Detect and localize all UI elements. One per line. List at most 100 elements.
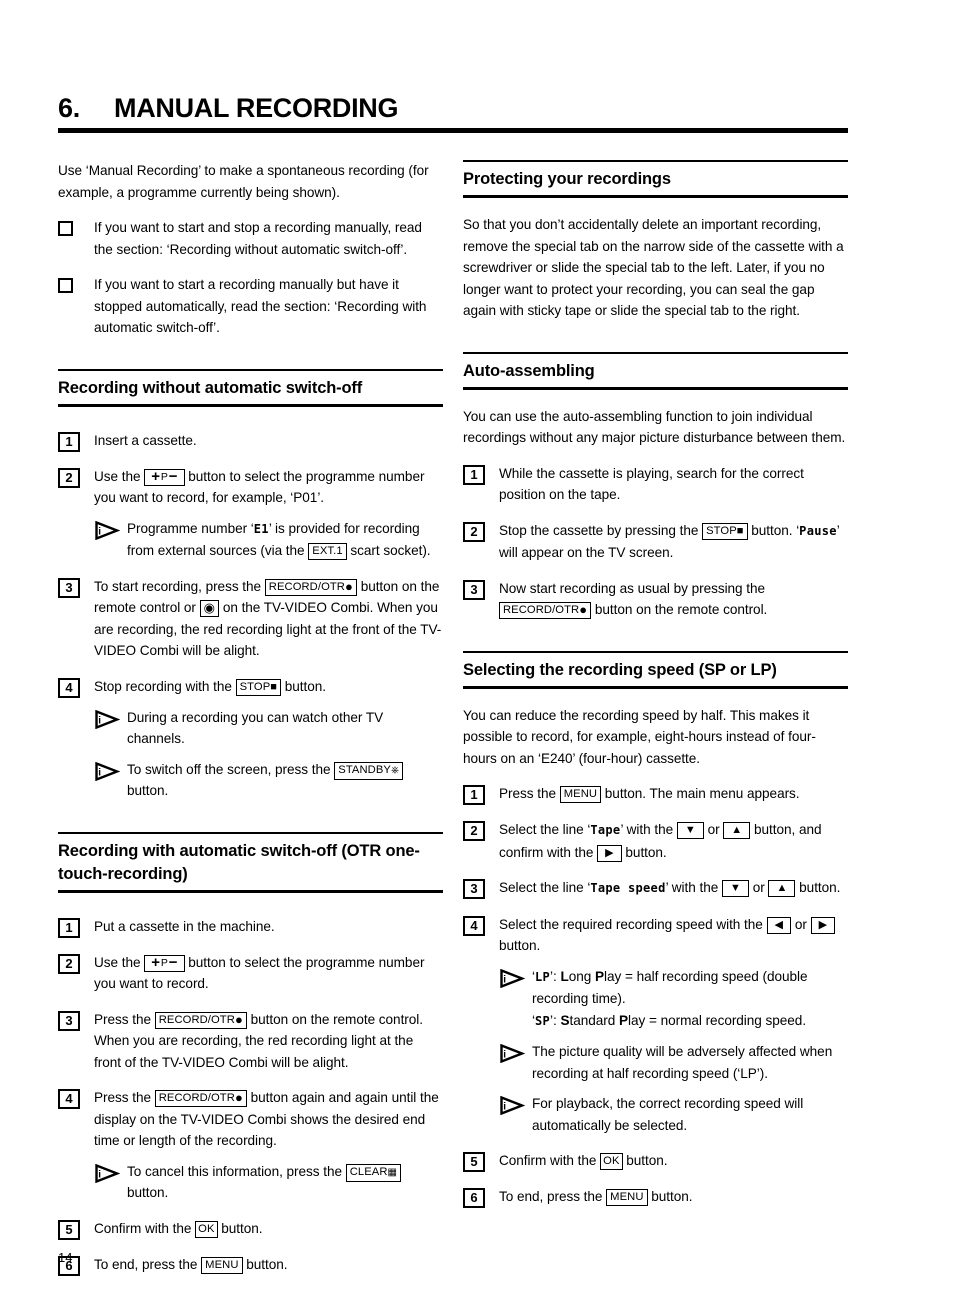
tip-text-part: scart socket). xyxy=(350,543,431,558)
tip-text-part: button. xyxy=(127,1185,169,1200)
step-number: 5 xyxy=(58,1218,94,1240)
key-ok[interactable]: OK xyxy=(600,1153,623,1170)
key-menu[interactable]: MENU xyxy=(606,1189,648,1206)
step-number: 3 xyxy=(463,578,499,621)
tip-text-part: Programme number ‘ xyxy=(127,520,254,536)
step-number: 3 xyxy=(58,1009,94,1074)
step-text-part: Press the xyxy=(499,786,556,801)
onscreen-word: LP xyxy=(534,969,551,984)
tip-triangle-icon: i xyxy=(499,1093,532,1136)
tip-item: i Programme number ‘E1’ is provided for … xyxy=(94,518,443,562)
step-number: 1 xyxy=(58,430,94,452)
key-menu[interactable]: MENU xyxy=(201,1256,243,1274)
key-arrow-down[interactable]: ▼ xyxy=(721,880,749,897)
tip-triangle-icon: i xyxy=(94,707,127,750)
step-text: Select the required recording speed with… xyxy=(499,914,848,957)
section-recording-speed: Selecting the recording speed (SP or LP) xyxy=(463,650,848,689)
step-text-part: Confirm with the xyxy=(499,1153,597,1168)
key-arrow-up[interactable]: ▲ xyxy=(768,880,796,897)
section-heading: Recording with automatic switch-off (OTR… xyxy=(58,841,420,883)
step-text: Press the RECORD/OTR● button on the remo… xyxy=(94,1009,443,1074)
key-stop[interactable]: STOP■ xyxy=(702,522,748,540)
step-text: Put a cassette in the machine. xyxy=(94,918,275,934)
step-text-part: button. xyxy=(799,880,841,895)
chapter-number: 6. xyxy=(58,93,80,123)
key-arrow-right[interactable]: ▶ xyxy=(597,844,622,862)
key-ext1[interactable]: EXT.1 xyxy=(308,543,347,560)
tip-text-part: S xyxy=(560,1012,570,1028)
svg-text:i: i xyxy=(503,1101,506,1112)
step-text: To end, press the MENU button. xyxy=(94,1254,443,1276)
section-rule-top xyxy=(463,351,848,354)
step-text: Select the line ‘Tape speed’ with the ▼ … xyxy=(499,877,848,900)
step-text-part: button. xyxy=(246,1256,288,1272)
key-standby[interactable]: STANDBY⎈ xyxy=(334,761,404,780)
section-heading: Auto-assembling xyxy=(463,361,595,380)
step-item: 2 Use the + P − button to select the pro… xyxy=(58,466,443,509)
key-programme-plus-minus[interactable]: + P − xyxy=(144,954,185,972)
left-column: Use ‘Manual Recording’ to make a spontan… xyxy=(58,160,443,1276)
step-number: 1 xyxy=(463,783,499,805)
section-recording-with-switch-off: Recording with automatic switch-off (OTR… xyxy=(58,831,443,893)
tip-triangle-icon: i xyxy=(94,518,127,562)
key-stop[interactable]: STOP■ xyxy=(235,678,282,696)
tip-text-part: To cancel this information, press the xyxy=(127,1163,342,1179)
section-body: So that you don’t accidentally delete an… xyxy=(463,217,844,318)
step-text-part: Now start recording as usual by pressing… xyxy=(499,580,766,596)
step-item: 3 Select the line ‘Tape speed’ with the … xyxy=(463,877,848,900)
tip-text-part: L xyxy=(560,968,569,984)
section-rule-top xyxy=(58,831,443,834)
key-clear[interactable]: CLEAR▦ xyxy=(345,1163,402,1182)
step-item: 1 Press the MENU button. The main menu a… xyxy=(463,783,848,805)
tip-text: Programme number ‘E1’ is provided for re… xyxy=(127,518,443,562)
step-number: 2 xyxy=(463,520,499,564)
step-item: 3 To start recording, press the RECORD/O… xyxy=(58,576,443,662)
step-text-part: button. The main menu appears. xyxy=(604,786,800,801)
key-ok[interactable]: OK xyxy=(195,1220,218,1238)
section-rule-top xyxy=(463,650,848,653)
chapter-heading: 6. MANUAL RECORDING xyxy=(58,92,848,133)
section-rule-top xyxy=(463,160,848,162)
step-number: 5 xyxy=(463,1150,499,1172)
step-text-part: or xyxy=(752,880,765,895)
key-record-dot[interactable]: ◉ xyxy=(199,600,220,617)
step-text-part: Press the xyxy=(94,1090,151,1105)
step-text-part: To end, press the xyxy=(94,1256,198,1272)
step-text: Select the line ‘Tape’ with the ▼ or ▲ b… xyxy=(499,819,848,863)
section-body: You can reduce the recording speed by ha… xyxy=(463,707,816,766)
key-record-otr[interactable]: RECORD/OTR● xyxy=(499,602,592,619)
step-item: 6 To end, press the MENU button. xyxy=(463,1186,848,1208)
key-record-otr[interactable]: RECORD/OTR● xyxy=(154,1090,247,1107)
key-arrow-right[interactable]: ▶ xyxy=(810,916,836,934)
step-item: 1 Insert a cassette. xyxy=(58,430,443,452)
checkbox-square-icon xyxy=(58,274,94,339)
section-heading: Selecting the recording speed (SP or LP) xyxy=(463,660,777,679)
tip-text-part: ’: xyxy=(550,1012,561,1028)
step-number: 2 xyxy=(463,819,499,863)
step-number: 4 xyxy=(58,1087,94,1152)
key-programme-plus-minus[interactable]: + P − xyxy=(144,468,185,486)
step-number: 3 xyxy=(58,576,94,662)
tip-text: To switch off the screen, press the STAN… xyxy=(127,759,443,802)
step-number: 3 xyxy=(463,877,499,900)
key-menu[interactable]: MENU xyxy=(559,786,602,803)
step-text-part: Use the xyxy=(94,468,141,484)
page-number: 14 xyxy=(58,1250,73,1265)
step-text-part: or xyxy=(707,822,720,837)
svg-text:i: i xyxy=(98,767,101,778)
onscreen-word: Tape xyxy=(590,823,621,837)
step-text-part: button on the remote control. xyxy=(594,602,768,617)
step-item: 2 Select the line ‘Tape’ with the ▼ or ▲… xyxy=(463,819,848,863)
step-item: 3 Press the RECORD/OTR● button on the re… xyxy=(58,1009,443,1074)
key-arrow-up[interactable]: ▲ xyxy=(723,822,751,839)
key-record-otr[interactable]: RECORD/OTR● xyxy=(154,1011,247,1029)
tip-text-part: tandard xyxy=(569,1012,619,1028)
step-text-part: Select the line ‘ xyxy=(499,880,591,895)
tip-text-part: To switch off the screen, press the xyxy=(127,761,331,777)
step-text-part: button. xyxy=(221,1220,263,1236)
key-arrow-left[interactable]: ◀ xyxy=(766,916,792,934)
step-text-part: button. xyxy=(284,678,327,694)
key-record-otr[interactable]: RECORD/OTR● xyxy=(264,578,357,596)
section-heading: Protecting your recordings xyxy=(463,170,671,188)
key-arrow-down[interactable]: ▼ xyxy=(676,822,704,839)
